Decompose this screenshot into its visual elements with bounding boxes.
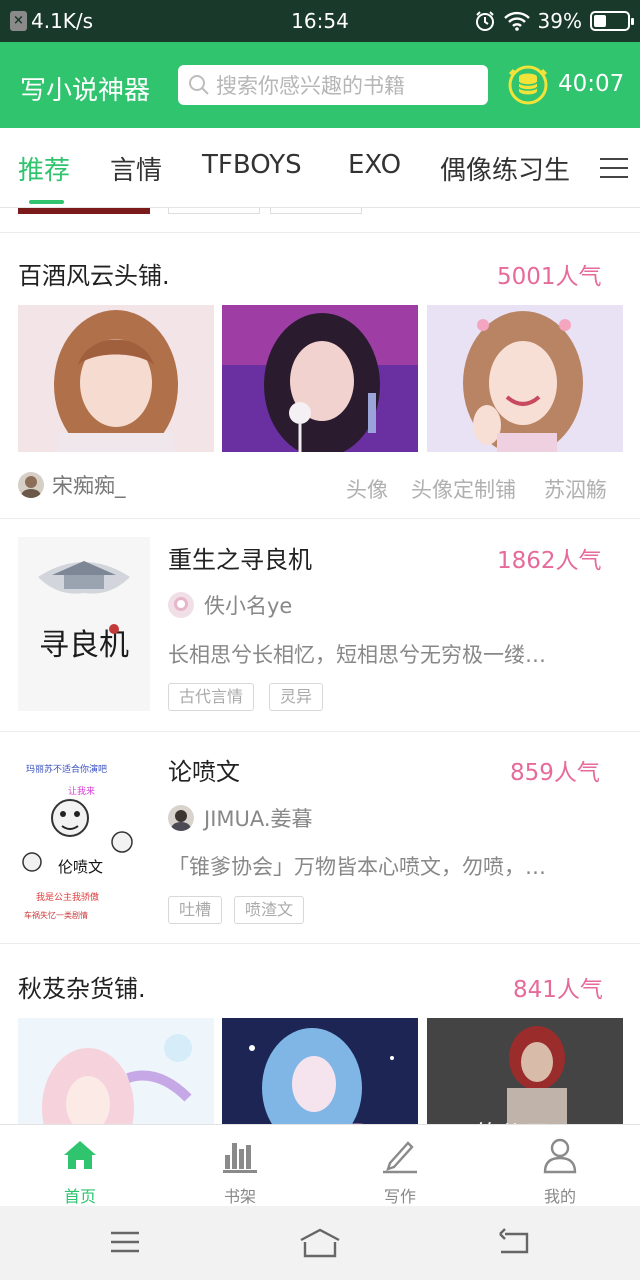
- app-title: 写小说神器: [20, 76, 151, 106]
- shop-tag[interactable]: 头像: [346, 474, 388, 504]
- book-title: 论喷文: [168, 758, 240, 786]
- author-name: 佚小名ye: [204, 594, 293, 618]
- divider: [0, 731, 640, 732]
- alarm-icon: [475, 11, 494, 31]
- app-header: 写小说神器 搜索你感兴趣的书籍 40:07: [0, 42, 640, 128]
- recent-apps-icon[interactable]: [108, 1226, 142, 1258]
- book-cover[interactable]: 寻良机: [18, 537, 150, 711]
- shop-thumbnail[interactable]: 花公子: [427, 1018, 623, 1124]
- avatar: [168, 805, 194, 831]
- status-right: 39%: [474, 9, 634, 33]
- nav-write[interactable]: 写作: [320, 1125, 480, 1207]
- category-tabs: 推荐 言情 TFBOYS EXO 偶像练习生: [0, 128, 640, 208]
- shop-thumbnail[interactable]: [427, 305, 623, 452]
- svg-text:让我来: 让我来: [68, 786, 95, 797]
- genre-chip[interactable]: 灵异: [269, 683, 324, 711]
- svg-text:我是公主我骄傲: 我是公主我骄傲: [36, 891, 99, 903]
- nav-home[interactable]: 首页: [0, 1125, 160, 1207]
- shop-thumbnail[interactable]: [222, 305, 418, 452]
- popularity-count: 841人气: [513, 977, 603, 1003]
- previous-item-chip: [168, 208, 260, 214]
- shop-thumbnail[interactable]: [222, 1018, 418, 1124]
- book-title: 重生之寻良机: [168, 546, 312, 574]
- reading-timer[interactable]: 40:07: [506, 62, 624, 106]
- tab-recommend[interactable]: 推荐: [18, 150, 70, 187]
- wifi-icon: [503, 11, 530, 31]
- book-author[interactable]: 佚小名ye: [168, 590, 292, 620]
- shop-owner[interactable]: 宋痴痴_: [18, 470, 126, 500]
- book-description: 「锥爹协会」万物皆本心喷文，勿喷，…: [168, 855, 546, 879]
- genre-chip[interactable]: 吐槽: [168, 896, 223, 924]
- book-description: 长相思兮长相忆，短相思兮无穷极一缕…: [168, 643, 546, 667]
- divider: [0, 943, 640, 944]
- system-nav-bar: [0, 1206, 640, 1280]
- bottom-nav: 首页 书架 写作 我的: [0, 1124, 640, 1206]
- genre-chip[interactable]: 古代言情: [168, 683, 255, 711]
- cover-title: 伦喷文: [58, 858, 103, 876]
- shop-tag[interactable]: 苏泅觞: [544, 474, 607, 504]
- tab-romance[interactable]: 言情: [110, 150, 162, 187]
- nav-label: 我的: [543, 1187, 576, 1206]
- divider: [0, 232, 640, 233]
- search-input[interactable]: 搜索你感兴趣的书籍: [178, 65, 488, 105]
- timer-value: 40:07: [558, 71, 625, 97]
- previous-item-cover: [18, 208, 150, 214]
- shop-title: 百酒风云头铺.: [18, 262, 170, 290]
- tab-exo[interactable]: EXO: [348, 150, 401, 180]
- more-categories-menu-icon[interactable]: [600, 156, 630, 180]
- shop-title: 秋芨杂货铺.: [18, 975, 146, 1003]
- search-icon: [189, 75, 209, 95]
- back-icon[interactable]: [496, 1226, 532, 1258]
- book-author[interactable]: JIMUA.姜暮: [168, 803, 313, 833]
- owner-name: 宋痴痴_: [52, 474, 126, 498]
- recommend-feed[interactable]: 百酒风云头铺. 5001人气 宋痴痴_ 头像 头像定制铺 苏泅觞 寻良机 重生之…: [0, 208, 640, 1124]
- divider: [0, 518, 640, 519]
- genre-chip[interactable]: 喷渣文: [234, 896, 305, 924]
- nav-label: 写作: [383, 1187, 416, 1206]
- status-bar: × 4.1K/s 16:54 39%: [0, 0, 640, 42]
- home-button-icon[interactable]: [298, 1226, 342, 1260]
- shop-thumbnail[interactable]: [18, 1018, 214, 1124]
- svg-text:玛丽苏不适合你演吧: 玛丽苏不适合你演吧: [26, 763, 107, 775]
- avatar: [18, 472, 44, 498]
- nav-label: 书架: [223, 1187, 256, 1206]
- author-name: JIMUA.姜暮: [204, 807, 313, 831]
- popularity-count: 1862人气: [497, 548, 602, 574]
- svg-text:车祸失忆一类剧情: 车祸失忆一类剧情: [24, 910, 88, 920]
- tab-tfboys[interactable]: TFBOYS: [202, 150, 302, 180]
- nav-label: 首页: [63, 1187, 96, 1206]
- battery-level: [594, 15, 606, 27]
- pencil-icon: [383, 1141, 417, 1174]
- popularity-count: 5001人气: [497, 264, 602, 290]
- battery-percent: 39%: [537, 9, 582, 33]
- popularity-count: 859人气: [510, 760, 600, 786]
- tab-idol-trainee[interactable]: 偶像练习生: [440, 150, 570, 187]
- shop-tag[interactable]: 头像定制铺: [411, 474, 516, 504]
- battery-icon: [590, 11, 634, 31]
- active-tab-indicator: [29, 200, 64, 204]
- book-cover[interactable]: 玛丽苏不适合你演吧 让我来 伦喷文 我是公主我骄傲 车祸失忆一类剧情: [18, 750, 150, 924]
- coin-clock-icon: [508, 65, 548, 105]
- bookshelf-icon: [223, 1143, 257, 1173]
- nav-bookshelf[interactable]: 书架: [160, 1125, 320, 1207]
- shop-thumbnail[interactable]: [18, 305, 214, 452]
- profile-icon: [543, 1138, 577, 1174]
- home-icon: [64, 1141, 96, 1169]
- avatar: [168, 592, 194, 618]
- previous-item-chip: [270, 208, 362, 214]
- search-placeholder: 搜索你感兴趣的书籍: [216, 74, 405, 98]
- nav-profile[interactable]: 我的: [480, 1125, 640, 1207]
